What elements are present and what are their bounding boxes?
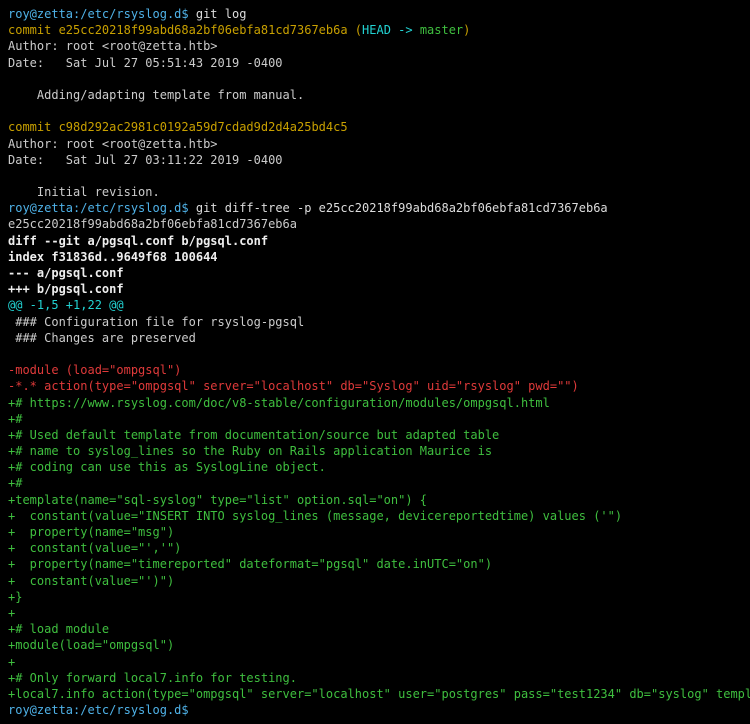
diff-add: + property(name="timereported" dateforma… (8, 556, 742, 572)
diff-del: -*.* action(type="ompgsql" server="local… (8, 378, 742, 394)
hunk-header: @@ -1,5 +1,22 @@ (8, 297, 742, 313)
old-file: --- a/pgsql.conf (8, 265, 742, 281)
diff-del: -module (load="ompgsql") (8, 362, 742, 378)
ctx-line: ### Configuration file for rsyslog-pgsql (8, 314, 742, 330)
commit-hash: c98d292ac2981c0192a59d7cdad9d2d4a25bd4c5 (59, 120, 348, 134)
diff-add: +module(load="ompgsql") (8, 637, 742, 653)
diff-add: +# https://www.rsyslog.com/doc/v8-stable… (8, 395, 742, 411)
paren-close: ) (463, 23, 470, 37)
author-line: Author: root <root@zetta.htb> (8, 136, 742, 152)
diff-add: + (8, 605, 742, 621)
date-line: Date: Sat Jul 27 05:51:43 2019 -0400 (8, 55, 742, 71)
diff-add: +template(name="sql-syslog" type="list" … (8, 492, 742, 508)
diff-add: +local7.info action(type="ompgsql" serve… (8, 686, 742, 702)
terminal[interactable]: roy@zetta:/etc/rsyslog.d$ git log commit… (8, 6, 742, 718)
diff-add: + property(name="msg") (8, 524, 742, 540)
diff-add: +# Only forward local7.info for testing. (8, 670, 742, 686)
diff-add: +} (8, 589, 742, 605)
diff-add: +# (8, 475, 742, 491)
diff-header: diff --git a/pgsql.conf b/pgsql.conf (8, 233, 742, 249)
diff-add: +# Used default template from documentat… (8, 427, 742, 443)
date-line: Date: Sat Jul 27 03:11:22 2019 -0400 (8, 152, 742, 168)
diff-add: + constant(value="')") (8, 573, 742, 589)
diff-add: + constant(value="INSERT INTO syslog_lin… (8, 508, 742, 524)
diff-add: +# name to syslog_lines so the Ruby on R… (8, 443, 742, 459)
shell-prompt: roy@zetta:/etc/rsyslog.d$ (8, 7, 196, 21)
branch-name: master (420, 23, 463, 37)
shell-prompt: roy@zetta:/etc/rsyslog.d$ (8, 703, 196, 717)
command: git log (196, 7, 247, 21)
new-file: +++ b/pgsql.conf (8, 281, 742, 297)
head-label: HEAD -> (362, 23, 420, 37)
diff-add: +# load module (8, 621, 742, 637)
commit-word: commit (8, 23, 59, 37)
index-line: index f31836d..9649f68 100644 (8, 249, 742, 265)
diff-add: + (8, 654, 742, 670)
tree-hash: e25cc20218f99abd68a2bf06ebfa81cd7367eb6a (8, 216, 742, 232)
command: git diff-tree -p e25cc20218f99abd68a2bf0… (196, 201, 608, 215)
commit-word: commit (8, 120, 59, 134)
diff-add: + constant(value="','") (8, 540, 742, 556)
paren: ( (348, 23, 362, 37)
commit-message: Adding/adapting template from manual. (8, 87, 742, 103)
commit-message: Initial revision. (8, 184, 742, 200)
shell-prompt: roy@zetta:/etc/rsyslog.d$ (8, 201, 196, 215)
diff-add: +# (8, 411, 742, 427)
diff-add: +# coding can use this as SyslogLine obj… (8, 459, 742, 475)
ctx-line: ### Changes are preserved (8, 330, 742, 346)
author-line: Author: root <root@zetta.htb> (8, 38, 742, 54)
commit-hash: e25cc20218f99abd68a2bf06ebfa81cd7367eb6a (59, 23, 348, 37)
